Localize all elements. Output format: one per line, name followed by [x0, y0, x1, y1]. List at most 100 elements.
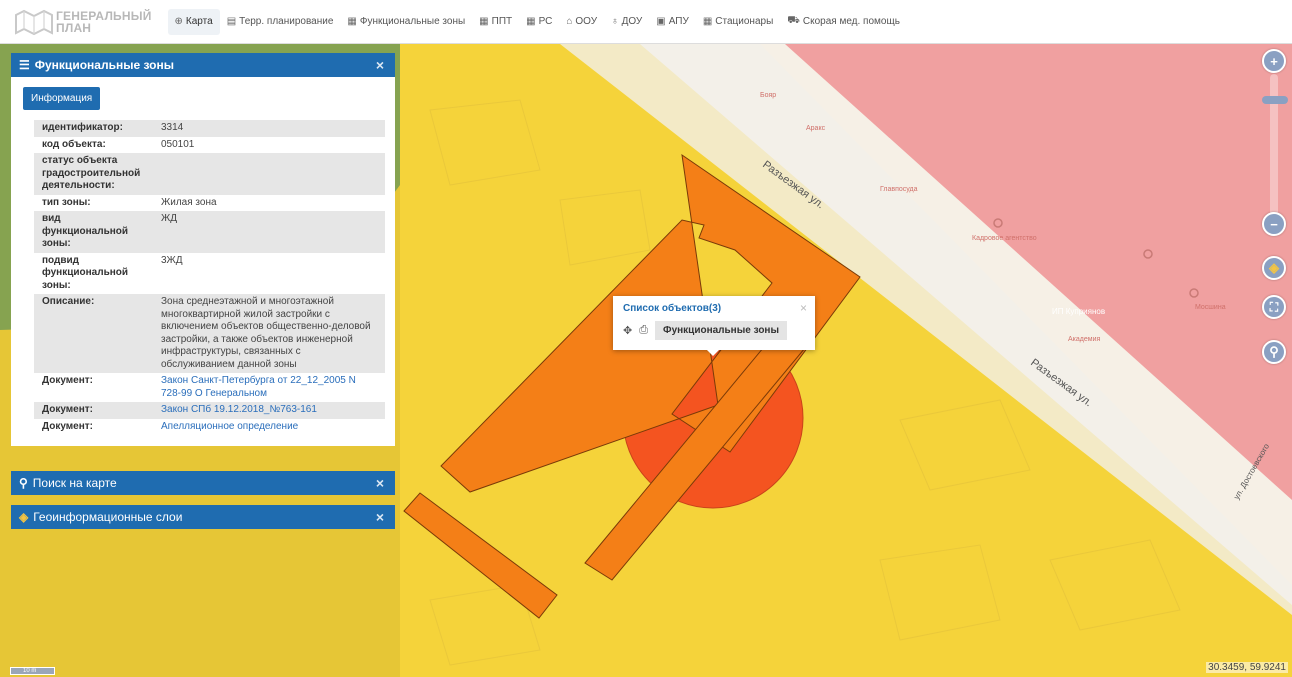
nav-label: Терр. планирование [239, 16, 334, 27]
attribute-key: тип зоны: [42, 196, 91, 208]
attribute-key: идентификатор: [42, 122, 123, 133]
extent-button[interactable]: ⛶ [1262, 295, 1286, 319]
move-icon[interactable]: ✥ [623, 324, 632, 337]
layers-panel-header[interactable]: ◈ Геоинформационные слои × [11, 505, 395, 529]
nav-rs[interactable]: ▦ РС [519, 9, 559, 35]
nav-label: РС [538, 16, 553, 27]
table-row: Документ: Апелляционное определение [34, 419, 385, 436]
attribute-key: статус объекта градостроительной деятель… [42, 155, 141, 191]
app-window: ГЕНЕРАЛЬНЫЙ ПЛАН ⊕ Карта ▤ Терр. планирова… [0, 0, 1292, 677]
logo-line-2: ПЛАН [56, 20, 92, 35]
coordinates-readout: 30.3459, 59.9241 [1206, 662, 1288, 673]
apu-icon: ▣ [656, 16, 666, 27]
nav-oou[interactable]: ⌂ ООУ [559, 9, 604, 35]
attribute-value: Жилая зона [161, 196, 217, 208]
layers-button[interactable]: ◈ [1262, 256, 1286, 280]
document-icon: ▤ [226, 16, 237, 27]
attribute-key: код объекта: [42, 138, 106, 150]
layers-icon: ◈ [19, 510, 29, 524]
attribute-value: Закон Санкт-Петербурга от 22_12_2005 N 7… [153, 373, 385, 402]
nav-label: Карта [185, 16, 213, 27]
nav-label: ООУ [575, 16, 598, 27]
poi-label: Аракс [806, 125, 826, 132]
nav-label: Стационары [715, 16, 774, 27]
search-icon: ⚲ [19, 476, 28, 490]
functional-zones-panel-header[interactable]: ☰ Функциональные зоны × [11, 53, 395, 77]
attribute-key: Документ: [42, 404, 94, 415]
nav-hospitals[interactable]: ▦ Стационары [696, 9, 780, 35]
panel-spacer [11, 435, 395, 446]
zoom-out-button[interactable]: − [1262, 212, 1286, 236]
hospital-icon: ▦ [702, 16, 713, 27]
logo[interactable]: ГЕНЕРАЛЬНЫЙ ПЛАН [12, 0, 152, 44]
info-tab-button[interactable]: Информация [23, 87, 101, 110]
poi-label: Кадровое агентство [972, 235, 1037, 242]
table-row: Документ: Закон СПб 19.12.2018_№763-161 [34, 402, 385, 419]
search-panel-header[interactable]: ⚲ Поиск на карте × [11, 471, 395, 495]
child-icon: ♁ [611, 16, 619, 27]
print-icon[interactable]: ⎙ [639, 324, 648, 337]
table-row: вид функциональной зоны: ЖД [34, 211, 385, 253]
table-row: Описание: Зона среднеэтажной и многоэтажн… [34, 294, 385, 373]
attribute-value: ЖД [161, 213, 178, 224]
attribute-value: 3314 [161, 122, 184, 133]
poi-label: Бояр [760, 92, 776, 99]
nav-apu[interactable]: ▣ АПУ [649, 9, 696, 35]
logo-text: ГЕНЕРАЛЬНЫЙ ПЛАН [56, 10, 152, 34]
attribute-key: вид функциональной зоны: [42, 213, 129, 249]
nav-ambulance[interactable]: ⛟ Скорая мед. помощь [780, 9, 907, 35]
table-row: Документ: Закон Санкт-Петербурга от 22_12… [34, 373, 385, 402]
zoom-in-button[interactable]: + [1262, 49, 1286, 73]
popup-item-row: ✥ ⎙ Функциональные зоны [623, 321, 788, 340]
poi-label: Мосшина [1195, 304, 1226, 311]
zoom-slider-handle[interactable] [1262, 96, 1288, 104]
top-navbar: ГЕНЕРАЛЬНЫЙ ПЛАН ⊕ Карта ▤ Терр. планирова… [0, 0, 1292, 44]
close-icon[interactable]: × [373, 57, 387, 73]
layers-panel: ◈ Геоинформационные слои × [11, 505, 395, 529]
attribute-key: Описание: [42, 296, 95, 307]
ambulance-icon: ⛟ [787, 15, 800, 26]
table-row: подвид функциональной зоны: 3ЖД [34, 253, 385, 295]
nav-label: АПУ [668, 16, 689, 27]
nav-territorial-planning[interactable]: ▤ Терр. планирование [220, 9, 341, 35]
close-icon[interactable]: × [373, 475, 387, 491]
poi-label: Главпосуда [880, 186, 918, 193]
document-link[interactable]: Закон СПб 19.12.2018_№763-161 [161, 404, 317, 415]
nav-label: ППТ [491, 16, 513, 27]
search-map-button[interactable]: ⚲ [1262, 340, 1286, 364]
document-link[interactable]: Закон Санкт-Петербурга от 22_12_2005 N 7… [161, 375, 356, 399]
table-row: идентификатор: 3314 [34, 120, 385, 137]
scale-bar: 10 m [10, 667, 55, 675]
attribute-value: Зона среднеэтажной и многоэтажной многок… [161, 296, 371, 370]
document-link[interactable]: Апелляционное определение [161, 421, 298, 432]
close-icon[interactable]: × [373, 509, 387, 525]
attribute-value: Закон СПб 19.12.2018_№763-161 [153, 402, 385, 419]
panel-title: Поиск на карте [32, 476, 117, 490]
functional-zones-item-button[interactable]: Функциональные зоны [655, 321, 788, 340]
panel-title: Функциональные зоны [34, 58, 174, 72]
attribute-value: 3ЖД [161, 254, 183, 266]
attribute-value [153, 153, 385, 195]
objects-popup: Список объектов(3) × ✥ ⎙ Функциональные … [613, 296, 815, 356]
attribute-key: Документ: [42, 420, 94, 432]
list-icon: ▦ [347, 16, 357, 27]
attribute-key: Документ: [42, 375, 94, 386]
attributes-table: идентификатор: 3314 код объекта: 050101 ст… [34, 120, 385, 435]
popup-title: Список объектов(3) [623, 303, 722, 314]
search-panel: ⚲ Поиск на карте × [11, 471, 395, 495]
logo-line-1: ГЕНЕРАЛЬНЫЙ [56, 8, 152, 23]
logo-icon [15, 9, 53, 35]
poi-label: ИП Куприянов [1052, 307, 1105, 316]
nav-functional-zones[interactable]: ▦ Функциональные зоны [340, 9, 472, 35]
close-icon[interactable]: × [800, 301, 807, 315]
nav-map[interactable]: ⊕ Карта [167, 8, 220, 35]
functional-zones-panel: ☰ Функциональные зоны × Информация идент… [11, 53, 395, 446]
main-nav: ⊕ Карта ▤ Терр. планирование ▦ Функциональн… [167, 0, 907, 44]
nav-ppt[interactable]: ▦ ППТ [472, 9, 519, 35]
grid-icon: ▦ [479, 16, 489, 27]
list-icon: ☰ [19, 58, 30, 72]
nav-label: Скорая мед. помощь [802, 16, 900, 27]
nav-dou[interactable]: ♁ ДОУ [604, 9, 649, 35]
table-row: тип зоны: Жилая зона [34, 195, 385, 212]
poi-label: Академия [1068, 336, 1100, 343]
